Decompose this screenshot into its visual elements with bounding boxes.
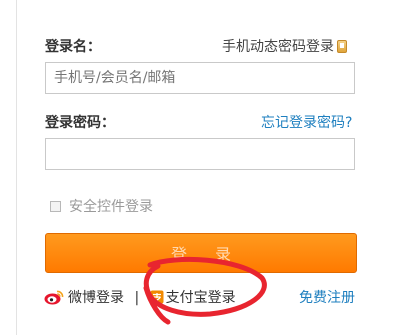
mobile-login-link-text: 手机动态密码登录: [222, 39, 334, 55]
mobile-phone-icon: [337, 40, 347, 53]
mobile-login-link[interactable]: 手机动态密码登录: [222, 36, 347, 56]
login-panel: 登录名： 手机动态密码登录 登录密码： 忘记登录密码? 安全控件登录 登录 微博…: [16, 0, 401, 335]
weibo-login-text: 微博登录: [68, 290, 124, 306]
login-button[interactable]: 登录: [45, 233, 357, 273]
register-link[interactable]: 免费注册: [299, 287, 355, 307]
alipay-icon: [150, 290, 164, 304]
weibo-icon: [44, 290, 64, 305]
username-label: 登录名：: [45, 39, 101, 55]
third-party-login-row: 微博登录 | 支付宝登录: [44, 287, 236, 307]
password-label: 登录密码：: [45, 115, 115, 131]
weibo-login-link[interactable]: 微博登录: [44, 290, 128, 306]
security-control-label: 安全控件登录: [69, 199, 153, 215]
alipay-login-text: 支付宝登录: [165, 290, 236, 306]
checkbox-icon[interactable]: [50, 201, 61, 212]
forgot-password-link[interactable]: 忘记登录密码?: [261, 112, 352, 132]
separator: |: [134, 290, 140, 306]
username-input[interactable]: [45, 62, 355, 94]
security-control-row[interactable]: 安全控件登录: [50, 196, 153, 216]
password-input[interactable]: [45, 138, 355, 170]
alipay-login-link[interactable]: 支付宝登录: [150, 290, 236, 306]
